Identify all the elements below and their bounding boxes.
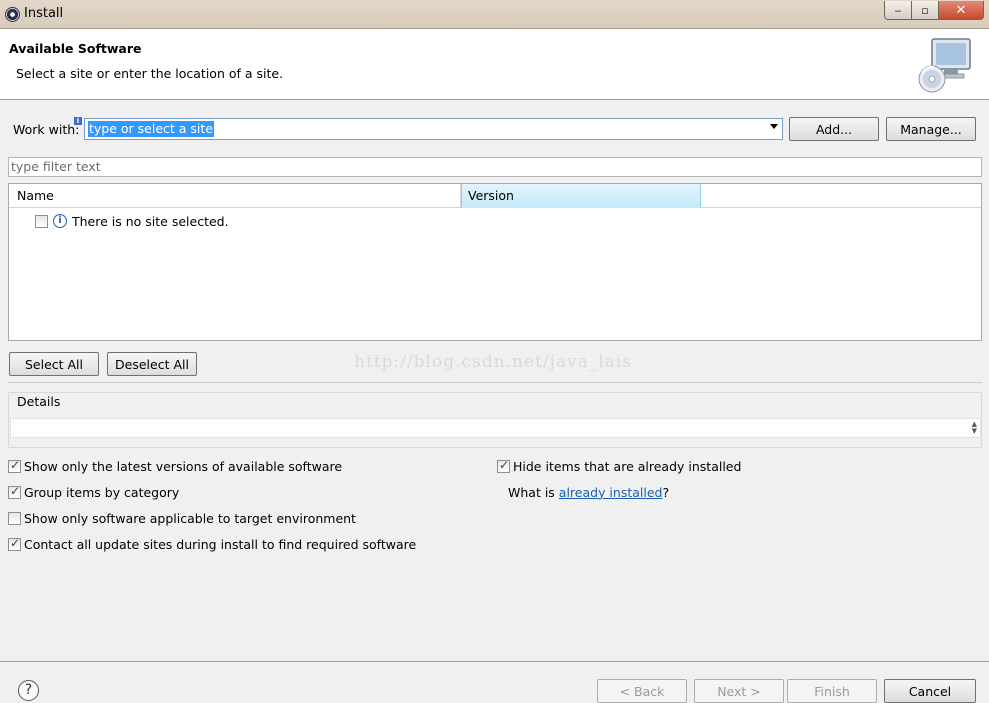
back-button[interactable]: < Back: [597, 679, 687, 703]
finish-button[interactable]: Finish: [787, 679, 877, 703]
scroll-spinner[interactable]: ▲ ▼: [972, 421, 977, 435]
option-group-by-category[interactable]: Group items by category: [8, 484, 179, 500]
option-contact-sites[interactable]: Contact all update sites during install …: [8, 536, 416, 552]
applicable-target-label: Show only software applicable to target …: [24, 510, 356, 526]
what-is-suffix: ?: [662, 484, 670, 500]
hide-installed-checkbox[interactable]: [497, 458, 510, 473]
option-hide-installed[interactable]: Hide items that are already installed: [497, 458, 741, 474]
option-latest-versions[interactable]: Show only the latest versions of availab…: [8, 458, 342, 474]
latest-versions-label: Show only the latest versions of availab…: [24, 458, 343, 474]
window-title: Install: [24, 6, 64, 21]
page-description: Select a site or enter the location of a…: [16, 66, 284, 81]
eclipse-icon: [5, 7, 20, 22]
maximize-button[interactable]: ▫: [911, 1, 939, 20]
group-by-category-checkbox[interactable]: [8, 484, 21, 499]
details-text-area[interactable]: ▲ ▼: [10, 418, 981, 438]
footer-separator: [0, 661, 989, 662]
hide-installed-label: Hide items that are already installed: [513, 458, 742, 474]
page-title: Available Software: [9, 41, 142, 56]
header-banner: Available Software Select a site or ente…: [0, 29, 989, 100]
close-icon: ✕: [955, 2, 967, 18]
maximize-icon: ▫: [921, 3, 929, 17]
filter-input[interactable]: type filter text: [8, 157, 982, 177]
already-installed-link[interactable]: already installed: [559, 485, 663, 500]
what-is-installed: What is already installed ?: [508, 484, 669, 500]
column-header-version[interactable]: Version: [461, 184, 701, 208]
details-label: Details: [17, 394, 61, 409]
deselect-all-button[interactable]: Deselect All: [107, 352, 197, 376]
watermark-text: http://blog.csdn.net/java_lais: [354, 352, 632, 372]
title-bar: Install ‒ ▫ ✕: [0, 0, 989, 29]
work-with-combo[interactable]: type or select a site: [84, 118, 783, 140]
select-all-button[interactable]: Select All: [9, 352, 99, 376]
contact-sites-label: Contact all update sites during install …: [24, 536, 417, 552]
table-header: Name Version: [9, 184, 981, 208]
dropdown-arrow-icon[interactable]: [770, 124, 778, 129]
next-button[interactable]: Next >: [694, 679, 784, 703]
minimize-button[interactable]: ‒: [884, 1, 912, 20]
row-text: There is no site selected.: [72, 213, 229, 229]
software-table: Name Version i There is no site selected…: [8, 183, 982, 341]
latest-versions-checkbox[interactable]: [8, 458, 21, 473]
manage-button[interactable]: Manage...: [886, 117, 976, 141]
add-button[interactable]: Add...: [789, 117, 879, 141]
what-is-prefix: What is: [508, 484, 559, 500]
minimize-icon: ‒: [894, 3, 902, 17]
separator: [8, 382, 982, 383]
close-button[interactable]: ✕: [938, 1, 984, 20]
help-icon[interactable]: ?: [18, 680, 39, 701]
row-checkbox[interactable]: [35, 214, 48, 228]
work-with-label: Work with:: [13, 122, 80, 137]
cancel-button[interactable]: Cancel: [884, 679, 976, 703]
applicable-target-checkbox[interactable]: [8, 511, 21, 525]
contact-sites-checkbox[interactable]: [8, 536, 21, 551]
spin-down-icon[interactable]: ▼: [972, 428, 977, 435]
option-applicable-target[interactable]: Show only software applicable to target …: [8, 510, 356, 526]
info-icon: i: [53, 214, 67, 228]
group-by-category-label: Group items by category: [24, 484, 180, 500]
work-with-value[interactable]: type or select a site: [88, 121, 214, 137]
table-row: i There is no site selected.: [35, 212, 229, 230]
content-assist-icon: i: [74, 117, 82, 125]
column-header-name[interactable]: Name: [9, 184, 461, 208]
install-software-icon: [918, 38, 971, 93]
